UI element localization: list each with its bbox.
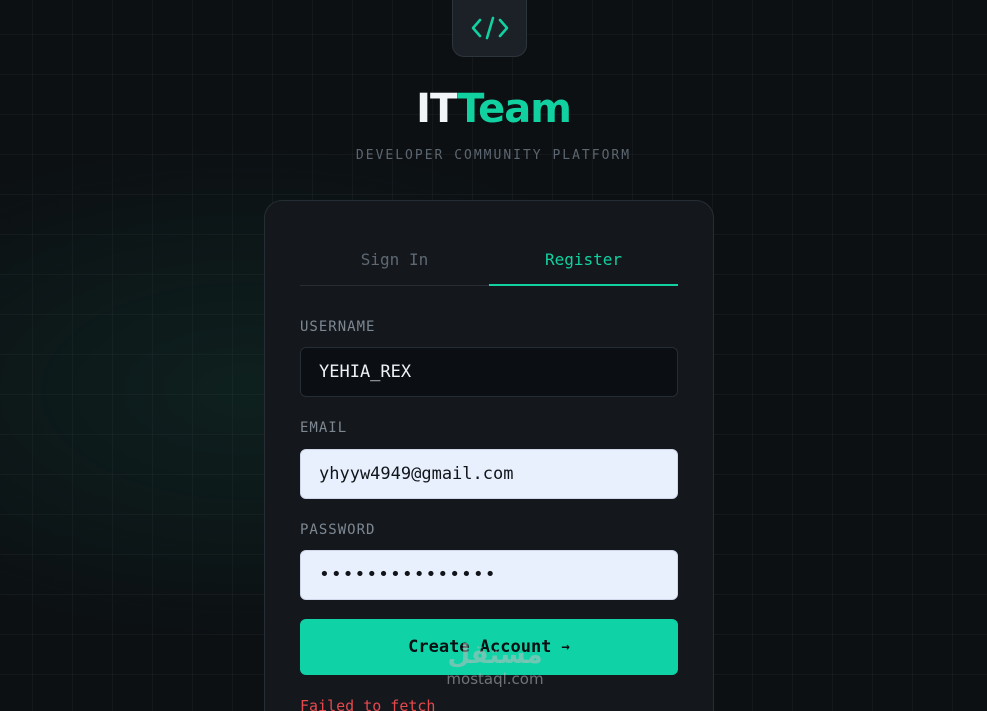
auth-tabs: Sign In Register (300, 237, 678, 286)
username-label: USERNAME (300, 319, 376, 335)
logo-badge (452, 0, 527, 57)
error-message: Failed to fetch (300, 697, 436, 711)
email-input[interactable]: yhyyw4949@gmail.com (300, 449, 678, 499)
email-label: EMAIL (300, 420, 348, 436)
tagline: DEVELOPER COMMUNITY PLATFORM (355, 148, 632, 163)
tab-register[interactable]: Register (489, 237, 678, 286)
brand-logo-part2: Team (457, 86, 572, 132)
create-account-button-label: Create Account (408, 637, 552, 657)
username-input[interactable]: YEHIA_REX (300, 347, 678, 397)
brand-logo: ITTeam (0, 84, 987, 134)
auth-card: Sign In Register USERNAME YEHIA_REX EMAI… (264, 200, 714, 711)
arrow-right-icon: → (561, 639, 570, 655)
tab-sign-in[interactable]: Sign In (300, 237, 489, 285)
create-account-button[interactable]: Create Account → (300, 619, 678, 675)
code-icon (471, 16, 508, 39)
password-label: PASSWORD (300, 522, 376, 538)
password-input[interactable]: ••••••••••••••• (300, 550, 678, 600)
brand-logo-part1: IT (416, 86, 458, 132)
